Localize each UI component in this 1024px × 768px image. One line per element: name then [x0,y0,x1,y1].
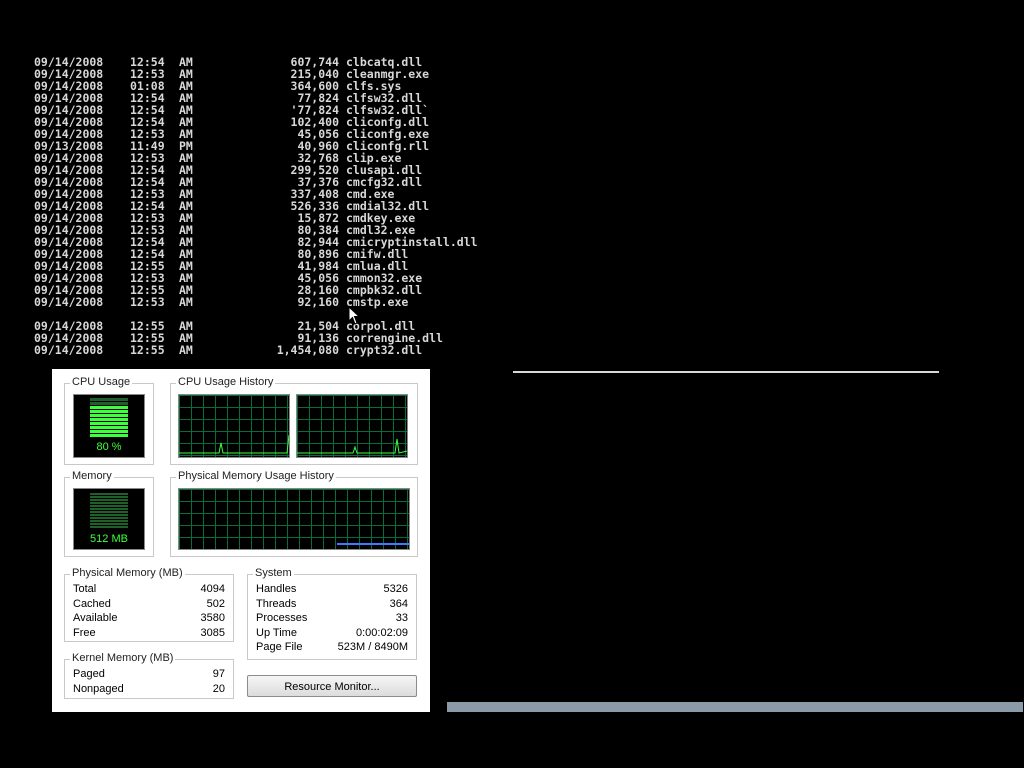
horizontal-line [513,371,939,373]
stat-label: Paged [73,668,105,680]
memory-title: Memory [70,470,114,482]
stat-label: Up Time [256,626,297,639]
file-size: 92,160 [297,295,339,309]
stat-label: Total [73,583,97,595]
memory-value: 512 MB [90,533,128,545]
stat-label: Page File [256,641,303,653]
memory-group: Memory 512 MB [64,470,154,557]
physical-memory-group: Physical Memory (MB) Total 4094 Cached 502 A… [64,567,234,642]
memory-history-title: Physical Memory Usage History [176,470,336,482]
cpu-bar-segment [90,402,128,405]
stat-value: 33 [395,612,408,624]
stat-label: Cached [73,597,111,610]
stat-value: 3580 [200,612,225,624]
cpu-usage-history-group: CPU Usage History [170,376,418,465]
stat-label: Free [73,626,96,639]
cpu-bar-segment [90,398,128,401]
memory-history-line [337,543,409,545]
cpu-bar-segment [90,406,128,409]
cpu-bar-segment [90,426,128,429]
stat-value: 523M / 8490M [337,641,408,653]
cpu-history-graph-core-2 [296,394,408,458]
stat-label: Processes [256,612,308,624]
physical-memory-title: Physical Memory (MB) [70,567,185,579]
mouse-cursor-icon [348,306,361,325]
cpu-bar-segment [90,422,128,425]
memory-meter-fill [90,493,128,529]
stat-value: 364 [389,597,408,610]
cpu-bar-segment [90,414,128,417]
stat-label: Nonpaged [73,682,124,695]
system-title: System [253,567,294,579]
stat-label: Threads [256,597,297,610]
cpu-usage-title: CPU Usage [70,376,133,388]
cpu-usage-meter: 80 % [73,394,145,458]
task-manager-performance-panel: CPU Usage 80 % CPU Usage History Memory … [52,369,430,712]
memory-history-graph [178,488,410,550]
kernel-memory-group: Kernel Memory (MB) Paged 97 Nonpaged 20 [64,652,234,699]
cpu-history-line-core-1 [179,434,290,454]
cpu-usage-history-title: CPU Usage History [176,376,276,388]
cpu-bar-segment [90,430,128,433]
stat-label: Handles [256,583,297,595]
memory-history-group: Physical Memory Usage History [170,470,418,557]
cpu-bar-segment [90,434,128,437]
stat-value: 97 [212,668,225,680]
stat-value: 3085 [200,626,225,639]
kernel-memory-title: Kernel Memory (MB) [70,652,176,664]
cpu-history-line-core-2 [297,438,408,454]
file-name: crypt32.dll [346,343,423,357]
stat-value: 502 [206,597,225,610]
stat-label: Available [73,612,118,624]
stat-value: 20 [212,682,225,695]
cpu-bar-segment [90,418,128,421]
cpu-usage-value: 80 % [96,441,122,453]
stat-value: 4094 [200,583,225,595]
stat-value: 0:00:02:09 [356,626,408,639]
cpu-bar-segment [90,410,128,413]
system-group: System Handles 5326 Threads 364 Processes 33 U… [247,567,417,660]
file-size: 1,454,080 [276,343,339,357]
bottom-bar [447,702,1023,712]
cpu-usage-group: CPU Usage 80 % [64,376,154,465]
stat-value: 5326 [383,583,408,595]
memory-meter: 512 MB [73,488,145,550]
resource-monitor-button[interactable]: Resource Monitor... [247,675,417,697]
cpu-history-graph-core-1 [178,394,290,458]
